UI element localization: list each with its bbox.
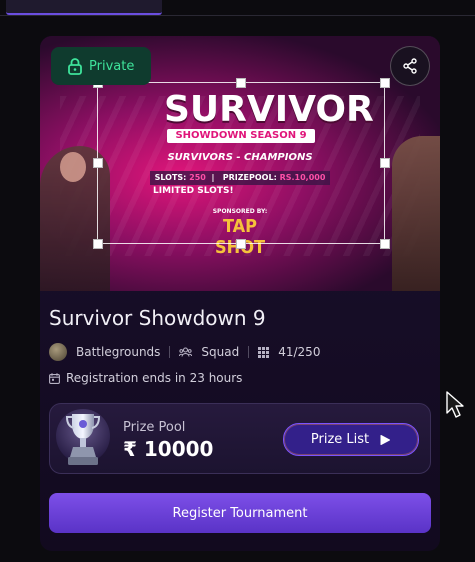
prize-pool-panel: Prize Pool ₹ 10000 Prize List (49, 403, 431, 474)
lock-icon (68, 58, 82, 75)
squad-icon (179, 347, 193, 357)
play-icon (380, 434, 391, 445)
slots-count: 41/250 (278, 345, 321, 359)
resize-handle-bottom-left[interactable] (93, 239, 103, 249)
prize-list-button[interactable]: Prize List (283, 423, 419, 456)
divider (169, 346, 171, 358)
resize-handle-top[interactable] (236, 78, 246, 88)
tournament-banner: SURVIVOR SHOWDOWN SEASON 9 SURVIVORS - C… (40, 36, 440, 291)
calendar-icon (49, 372, 60, 384)
tournament-meta: Battlegrounds Squad 41/250 (49, 341, 320, 363)
private-badge: Private (51, 47, 151, 85)
resize-handle-bottom-right[interactable] (380, 239, 390, 249)
team-mode: Squad (201, 345, 240, 359)
slots-grid-icon (258, 346, 270, 358)
registration-text: Registration ends in 23 hours (66, 371, 243, 385)
tournament-title: Survivor Showdown 9 (49, 306, 266, 330)
share-icon (403, 58, 417, 74)
private-badge-label: Private (89, 58, 135, 74)
active-tab[interactable] (6, 0, 162, 15)
prize-pool-value: ₹ 10000 (123, 437, 214, 461)
game-name: Battlegrounds (76, 345, 161, 359)
register-tournament-button[interactable]: Register Tournament (49, 493, 431, 533)
divider (248, 346, 250, 358)
resize-handle-bottom[interactable] (236, 239, 246, 249)
share-button[interactable] (390, 46, 430, 86)
trophy-icon (56, 409, 110, 465)
resize-handle-left[interactable] (93, 158, 103, 168)
top-tab-bar (0, 0, 475, 16)
tournament-card[interactable]: SURVIVOR SHOWDOWN SEASON 9 SURVIVORS - C… (40, 36, 440, 551)
banner-character-right (392, 136, 440, 291)
resize-handle-right[interactable] (380, 158, 390, 168)
registration-deadline: Registration ends in 23 hours (49, 371, 242, 385)
game-avatar (49, 343, 67, 361)
prize-pool-label: Prize Pool (123, 420, 186, 435)
prize-list-label: Prize List (310, 432, 370, 447)
resize-handle-top-right[interactable] (380, 78, 390, 88)
mouse-cursor-icon (446, 391, 464, 418)
selection-box[interactable] (97, 82, 385, 244)
